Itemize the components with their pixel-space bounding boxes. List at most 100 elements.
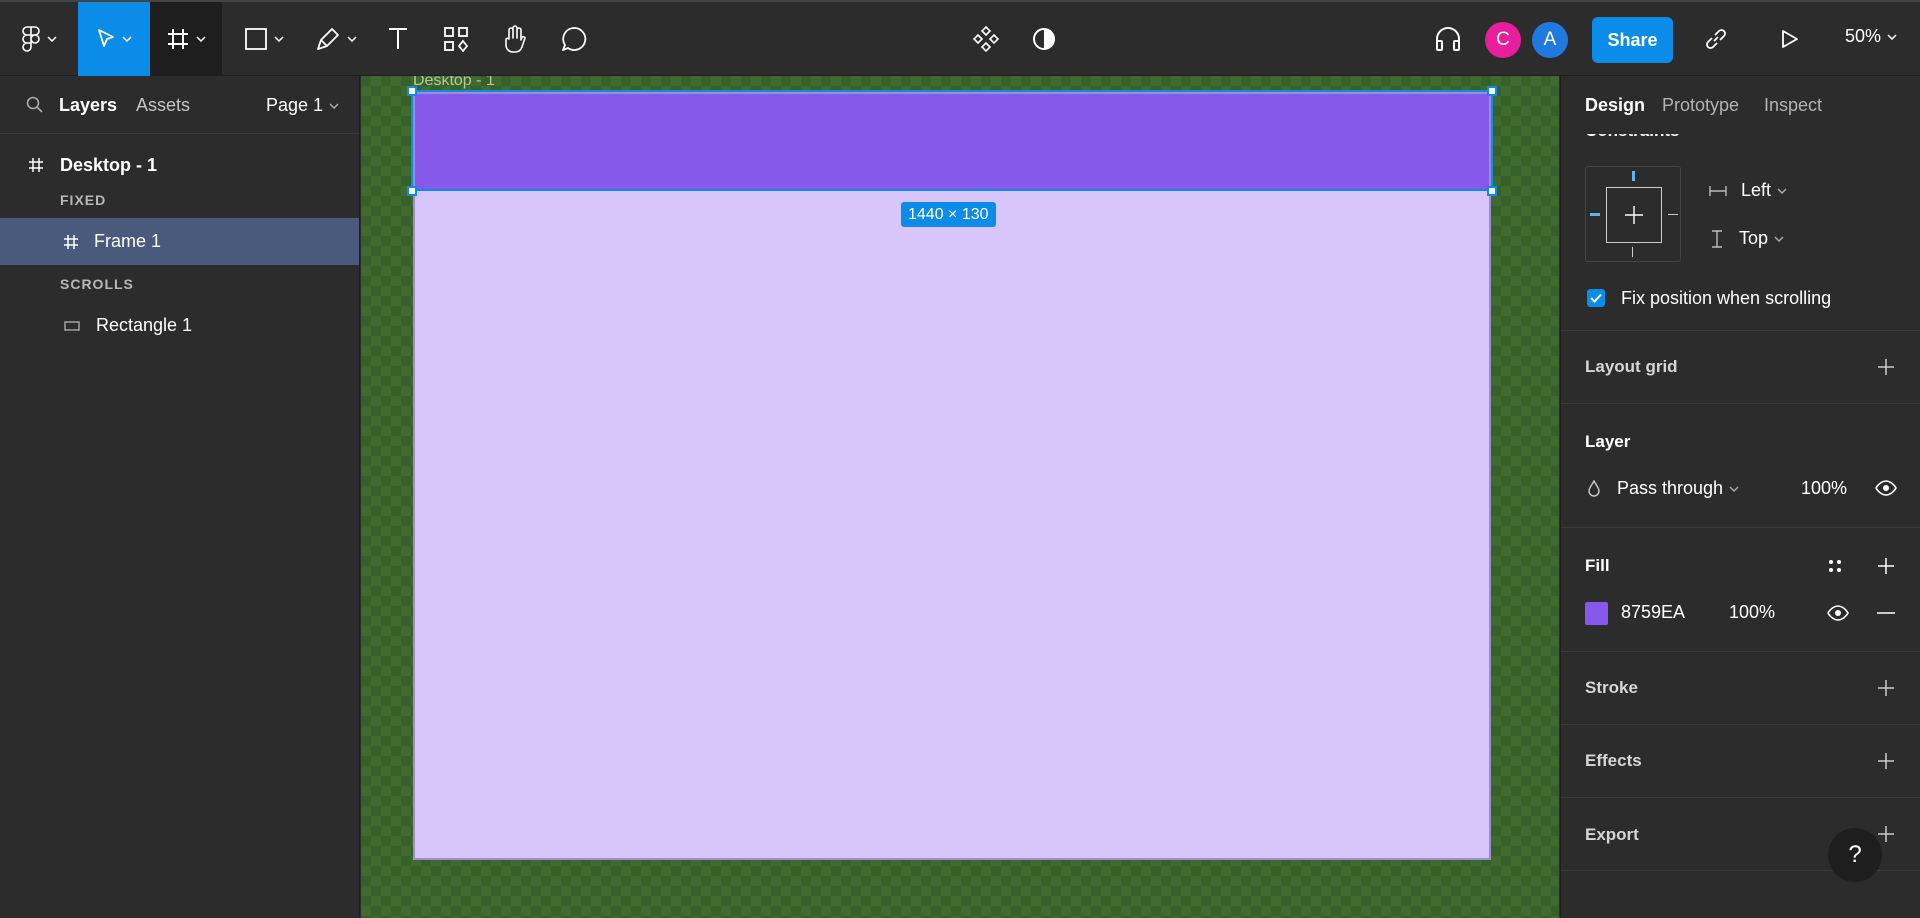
add-stroke-icon[interactable] xyxy=(1877,679,1895,697)
page-label: Page 1 xyxy=(266,95,324,115)
move-tool-button[interactable] xyxy=(78,2,150,76)
chevron-down-icon xyxy=(1887,33,1897,40)
comment-icon xyxy=(562,27,587,51)
constraint-top-line[interactable] xyxy=(1632,171,1635,181)
right-panel-tabs: Design Prototype Inspect xyxy=(1561,76,1920,134)
fill-color-swatch[interactable] xyxy=(1585,602,1608,625)
contrast-toggle-button[interactable] xyxy=(1022,2,1066,76)
export-title: Export xyxy=(1585,825,1639,844)
styles-icon[interactable] xyxy=(1827,558,1843,574)
chevron-down-icon xyxy=(274,36,284,42)
link-icon xyxy=(1706,29,1726,49)
avatar[interactable]: A xyxy=(1532,22,1568,58)
blend-mode-label: Pass through xyxy=(1617,478,1724,498)
fill-opacity-input[interactable]: 100% xyxy=(1729,602,1775,623)
chevron-down-icon xyxy=(47,36,57,42)
remove-fill-icon[interactable] xyxy=(1877,612,1895,614)
layout-grid-title: Layout grid xyxy=(1585,357,1678,376)
frame-1-header[interactable] xyxy=(415,94,1489,191)
resources-button[interactable] xyxy=(436,2,476,76)
layer-frame-1[interactable]: Frame 1 xyxy=(0,218,359,265)
tab-assets[interactable]: Assets xyxy=(136,95,190,116)
properties-panel: Design Prototype Inspect Constraints Lef… xyxy=(1560,76,1920,918)
page-selector[interactable]: Page 1 xyxy=(266,95,339,116)
tab-layers[interactable]: Layers xyxy=(59,95,117,116)
fix-position-label: Fix position when scrolling xyxy=(1621,288,1832,308)
shape-tool-button[interactable] xyxy=(234,2,294,76)
components-button[interactable] xyxy=(964,2,1008,76)
constraint-widget[interactable] xyxy=(1585,166,1681,262)
scrolls-section-label: SCROLLS xyxy=(60,276,134,292)
constraint-bottom-line[interactable] xyxy=(1632,247,1633,257)
add-layout-grid-icon[interactable] xyxy=(1877,358,1895,376)
tab-inspect[interactable]: Inspect xyxy=(1764,95,1822,116)
hand-tool-button[interactable] xyxy=(495,2,535,76)
eye-icon[interactable] xyxy=(1827,605,1849,621)
drop-icon xyxy=(1588,479,1600,497)
tab-design[interactable]: Design xyxy=(1585,95,1645,116)
resize-handle[interactable] xyxy=(407,86,417,96)
search-icon[interactable] xyxy=(26,96,44,114)
rectangle-icon xyxy=(245,28,267,50)
rectangle-icon xyxy=(64,320,80,331)
checkmark-icon xyxy=(1590,293,1602,303)
chevron-down-icon xyxy=(1777,187,1787,194)
copy-link-button[interactable] xyxy=(1696,2,1736,76)
frame-tool-button[interactable] xyxy=(150,2,222,76)
chevron-down-icon xyxy=(1774,235,1784,242)
text-icon xyxy=(389,28,407,49)
fill-hex-input[interactable]: 8759EA xyxy=(1621,602,1685,623)
horizontal-constraint-icon xyxy=(1709,185,1727,196)
fill-section: Fill 8759EA 100% xyxy=(1561,528,1920,652)
stroke-title: Stroke xyxy=(1585,678,1638,697)
resources-icon xyxy=(444,27,469,52)
frame-icon xyxy=(64,234,78,249)
layer-opacity-input[interactable]: 100% xyxy=(1801,478,1847,499)
fill-title: Fill xyxy=(1585,556,1610,575)
zoom-dropdown[interactable]: 50% xyxy=(1845,26,1897,47)
blend-mode-dropdown[interactable]: Pass through xyxy=(1587,478,1739,499)
layer-title: Layer xyxy=(1585,432,1631,451)
canvas[interactable]: Desktop - 1 1440 × 130 xyxy=(361,76,1559,918)
layout-grid-section: Layout grid xyxy=(1561,331,1920,404)
layer-desktop-1[interactable]: Desktop - 1 xyxy=(0,144,359,186)
tab-prototype[interactable]: Prototype xyxy=(1662,95,1739,116)
comment-tool-button[interactable] xyxy=(554,2,594,76)
cursor-icon xyxy=(98,29,114,47)
avatar[interactable]: C xyxy=(1485,22,1521,58)
frame-icon xyxy=(29,158,43,172)
layer-label: Frame 1 xyxy=(94,231,162,251)
chevron-down-icon xyxy=(329,102,339,109)
pen-icon xyxy=(317,28,339,50)
resize-handle[interactable] xyxy=(1487,186,1497,196)
layers-panel: Layers Assets Page 1 Desktop - 1 FIXED F… xyxy=(0,76,360,918)
headphones-icon xyxy=(1436,27,1460,51)
add-effect-icon[interactable] xyxy=(1877,752,1895,770)
fix-position-checkbox[interactable] xyxy=(1587,289,1605,307)
plus-icon xyxy=(1625,206,1643,224)
add-fill-icon[interactable] xyxy=(1877,557,1895,575)
main-menu-button[interactable] xyxy=(14,2,64,76)
layer-rectangle-1[interactable]: Rectangle 1 xyxy=(0,302,359,349)
text-tool-button[interactable] xyxy=(378,2,418,76)
layer-label: Rectangle 1 xyxy=(96,315,193,335)
chevron-down-icon xyxy=(122,36,132,42)
frame-name-label[interactable]: Desktop - 1 xyxy=(413,76,495,90)
pen-tool-button[interactable] xyxy=(306,2,366,76)
add-export-icon[interactable] xyxy=(1877,825,1895,843)
constraint-right-line[interactable] xyxy=(1668,214,1678,215)
share-button[interactable]: Share xyxy=(1592,17,1673,63)
present-button[interactable] xyxy=(1770,2,1810,76)
vertical-constraint-dropdown[interactable]: Top xyxy=(1711,228,1784,249)
vertical-constraint-label: Top xyxy=(1739,228,1769,248)
resize-handle[interactable] xyxy=(407,186,417,196)
constraint-left-line[interactable] xyxy=(1590,213,1600,216)
eye-icon[interactable] xyxy=(1875,480,1897,496)
top-toolbar: C A Share 50% xyxy=(0,0,1920,76)
dimension-badge: 1440 × 130 xyxy=(901,202,996,227)
horizontal-constraint-dropdown[interactable]: Left xyxy=(1709,180,1787,201)
audio-button[interactable] xyxy=(1428,2,1468,76)
vertical-constraint-icon xyxy=(1712,229,1722,248)
help-button[interactable]: ? xyxy=(1828,828,1882,882)
resize-handle[interactable] xyxy=(1487,86,1497,96)
